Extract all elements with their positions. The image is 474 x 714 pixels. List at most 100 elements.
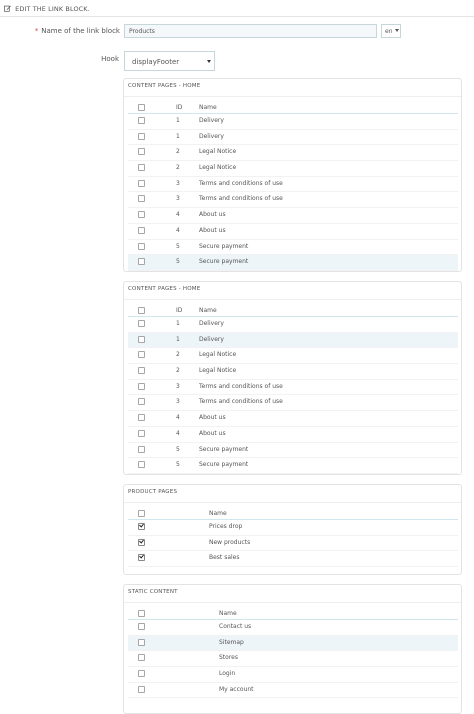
- table-row[interactable]: 4 About us: [128, 427, 458, 443]
- row-checkbox[interactable]: [138, 211, 145, 219]
- table-row[interactable]: 5 Secure payment: [128, 255, 458, 271]
- table-row[interactable]: 1 Delivery: [128, 332, 458, 349]
- row-checkbox[interactable]: [138, 554, 145, 562]
- id-cell: 3: [176, 398, 180, 406]
- name-cell: Legal Notice: [199, 367, 237, 375]
- name-cell: Terms and conditions of use: [199, 179, 283, 187]
- name-cell: Secure payment: [199, 445, 249, 453]
- row-checkbox[interactable]: [138, 164, 145, 172]
- name-cell: Stores: [219, 654, 238, 662]
- name-cell: Legal Notice: [199, 148, 237, 156]
- row-checkbox[interactable]: [138, 320, 145, 327]
- row-checkbox[interactable]: [138, 242, 145, 250]
- cms-pages-table-2: ID Name 1 Delivery 1 Delivery 2 Legal Notice 2…: [128, 304, 458, 474]
- row-checkbox[interactable]: [138, 623, 145, 630]
- select-all-checkbox[interactable]: [138, 510, 145, 517]
- row-checkbox[interactable]: [138, 429, 145, 437]
- row-checkbox[interactable]: [138, 132, 145, 140]
- table-row[interactable]: New products: [128, 536, 458, 552]
- name-cell: Terms and conditions of use: [199, 398, 283, 406]
- name-cell: My account: [219, 685, 254, 693]
- row-checkbox[interactable]: [138, 445, 145, 453]
- row-checkbox[interactable]: [138, 523, 145, 530]
- table-row[interactable]: 1 Delivery: [128, 130, 458, 146]
- id-cell: 2: [176, 367, 180, 375]
- row-checkbox[interactable]: [138, 226, 145, 234]
- table-row[interactable]: Login: [128, 667, 458, 683]
- name-cell: Login: [219, 670, 236, 678]
- id-cell: 4: [176, 226, 180, 234]
- select-all-checkbox[interactable]: [138, 307, 145, 314]
- select-all-checkbox[interactable]: [138, 104, 145, 111]
- name-cell: Delivery: [199, 335, 224, 343]
- table-header: Name: [128, 507, 458, 520]
- id-cell: 5: [176, 242, 180, 250]
- name-cell: About us: [199, 211, 226, 219]
- table-row[interactable]: 2 Legal Notice: [128, 161, 458, 177]
- row-checkbox[interactable]: [138, 117, 145, 124]
- link-block-name-input[interactable]: Products: [124, 24, 377, 38]
- name-cell: Delivery: [199, 320, 224, 327]
- row-checkbox[interactable]: [138, 414, 145, 422]
- name-cell: Contact us: [219, 623, 252, 630]
- row-checkbox[interactable]: [138, 382, 145, 390]
- row-checkbox[interactable]: [138, 335, 145, 343]
- table-row[interactable]: My account: [128, 683, 458, 699]
- row-checkbox[interactable]: [138, 654, 145, 662]
- row-checkbox[interactable]: [138, 638, 145, 646]
- table-row[interactable]: Prices drop: [128, 520, 458, 536]
- row-checkbox[interactable]: [138, 461, 145, 469]
- id-cell: 2: [176, 164, 180, 172]
- table-row[interactable]: 3 Terms and conditions of use: [128, 380, 458, 396]
- row-checkbox[interactable]: [138, 148, 145, 156]
- name-column-header: Name: [219, 610, 237, 617]
- row-checkbox[interactable]: [138, 367, 145, 375]
- name-cell: Terms and conditions of use: [199, 382, 283, 390]
- cms-pages-box-1: CONTENT PAGES - HOME ID Name 1 Delivery 1 D…: [123, 78, 462, 272]
- table-row[interactable]: Sitemap: [128, 635, 458, 652]
- id-cell: 3: [176, 195, 180, 203]
- row-checkbox[interactable]: [138, 398, 145, 406]
- table-row[interactable]: 4 About us: [128, 411, 458, 427]
- table-row[interactable]: 5 Secure payment: [128, 443, 458, 459]
- row-checkbox[interactable]: [138, 685, 145, 693]
- table-row[interactable]: 4 About us: [128, 208, 458, 224]
- row-checkbox[interactable]: [138, 538, 145, 546]
- table-row[interactable]: 3 Terms and conditions of use: [128, 395, 458, 412]
- static-content-box: STATIC CONTENT Name Contact us Sitemap Sto…: [123, 584, 462, 714]
- hook-select-value: displayFooter: [132, 58, 180, 66]
- row-checkbox[interactable]: [138, 670, 145, 678]
- table-row[interactable]: 5 Secure payment: [128, 240, 458, 256]
- table-row[interactable]: 2 Legal Notice: [128, 364, 458, 380]
- table-row[interactable]: Contact us: [128, 620, 458, 636]
- language-dropdown-button[interactable]: en: [381, 24, 401, 38]
- table-row[interactable]: 1 Delivery: [128, 317, 458, 333]
- row-checkbox[interactable]: [138, 351, 145, 359]
- table-row[interactable]: 4 About us: [128, 224, 458, 240]
- row-checkbox[interactable]: [138, 179, 145, 187]
- name-label: * Name of the link block: [20, 27, 120, 35]
- box-title: STATIC CONTENT: [124, 585, 461, 603]
- table-row[interactable]: 2 Legal Notice: [128, 145, 458, 162]
- table-row[interactable]: Stores: [128, 651, 458, 668]
- name-cell: About us: [199, 429, 226, 437]
- table-row[interactable]: 3 Terms and conditions of use: [128, 192, 458, 209]
- name-cell: New products: [209, 538, 251, 546]
- row-checkbox[interactable]: [138, 195, 145, 203]
- id-cell: 1: [176, 320, 180, 327]
- table-row[interactable]: 5 Secure payment: [128, 458, 458, 474]
- name-column-header: Name: [199, 307, 217, 314]
- table-row[interactable]: 2 Legal Notice: [128, 348, 458, 365]
- static-content-table: Name Contact us Sitemap Stores Login My acco…: [128, 607, 458, 699]
- table-row[interactable]: Best sales: [128, 551, 458, 568]
- id-cell: 1: [176, 132, 180, 140]
- table-header: ID Name: [128, 101, 458, 114]
- id-cell: 4: [176, 429, 180, 437]
- select-all-checkbox[interactable]: [138, 610, 145, 617]
- cms-pages-table-1: ID Name 1 Delivery 1 Delivery 2 Legal Notice 2…: [128, 101, 458, 271]
- row-checkbox[interactable]: [138, 258, 145, 266]
- name-cell: Secure payment: [199, 461, 249, 469]
- table-row[interactable]: 3 Terms and conditions of use: [128, 177, 458, 193]
- hook-select[interactable]: displayFooter: [124, 51, 215, 71]
- table-row[interactable]: 1 Delivery: [128, 114, 458, 130]
